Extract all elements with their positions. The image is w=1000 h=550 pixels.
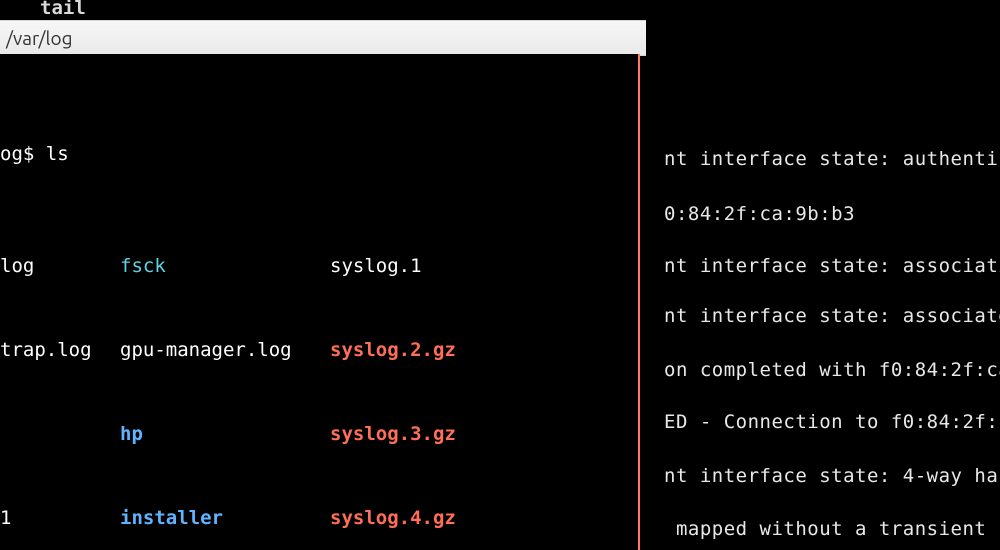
- ls-row: trap.loggpu-manager.logsyslog.2.gz: [0, 336, 638, 364]
- ls-col3: syslog.4.gz: [330, 504, 456, 532]
- ls-row: logfscksyslog.1: [0, 252, 638, 280]
- path-breadcrumb-bar[interactable]: /var/log: [0, 20, 646, 56]
- bg-log-line: on completed with f0:84:2f:ca:9: [664, 356, 1000, 384]
- command-text: ls: [46, 143, 69, 165]
- ls-col1: trap.log: [0, 336, 120, 364]
- ls-col1: log: [0, 252, 120, 280]
- ls-col3: syslog.3.gz: [330, 420, 456, 448]
- bg-log-line: nt interface state: authenticat: [664, 145, 1000, 173]
- ls-row: 1installersyslog.4.gz: [0, 504, 638, 532]
- ls-col1: 1: [0, 504, 120, 532]
- prompt-line: og$ ls: [0, 140, 638, 168]
- ls-col2: gpu-manager.log: [120, 336, 330, 364]
- bg-log-line: nt interface state: 4-way hands: [664, 462, 1000, 490]
- ls-row: hpsyslog.3.gz: [0, 420, 638, 448]
- bg-log-line: nt interface state: associating: [664, 252, 1000, 280]
- ls-col2: hp: [120, 420, 330, 448]
- bg-log-line: mapped without a transient par: [664, 515, 1000, 543]
- ls-col2: installer: [120, 504, 330, 532]
- ls-col2: fsck: [120, 252, 330, 280]
- bg-log-line: nt interface state: associated: [664, 302, 1000, 330]
- bg-log-line: ED - Connection to f0:84:2f:ca:: [664, 408, 1000, 436]
- prompt-prefix: og$: [0, 143, 46, 165]
- path-text: /var/log: [6, 24, 73, 52]
- bg-log-line: 0:84:2f:ca:9b:b3: [664, 200, 855, 228]
- ls-col3: syslog.2.gz: [330, 336, 456, 364]
- terminal-window[interactable]: og$ ls logfscksyslog.1 trap.loggpu-manag…: [0, 54, 640, 550]
- ls-col3: syslog.1: [330, 252, 422, 280]
